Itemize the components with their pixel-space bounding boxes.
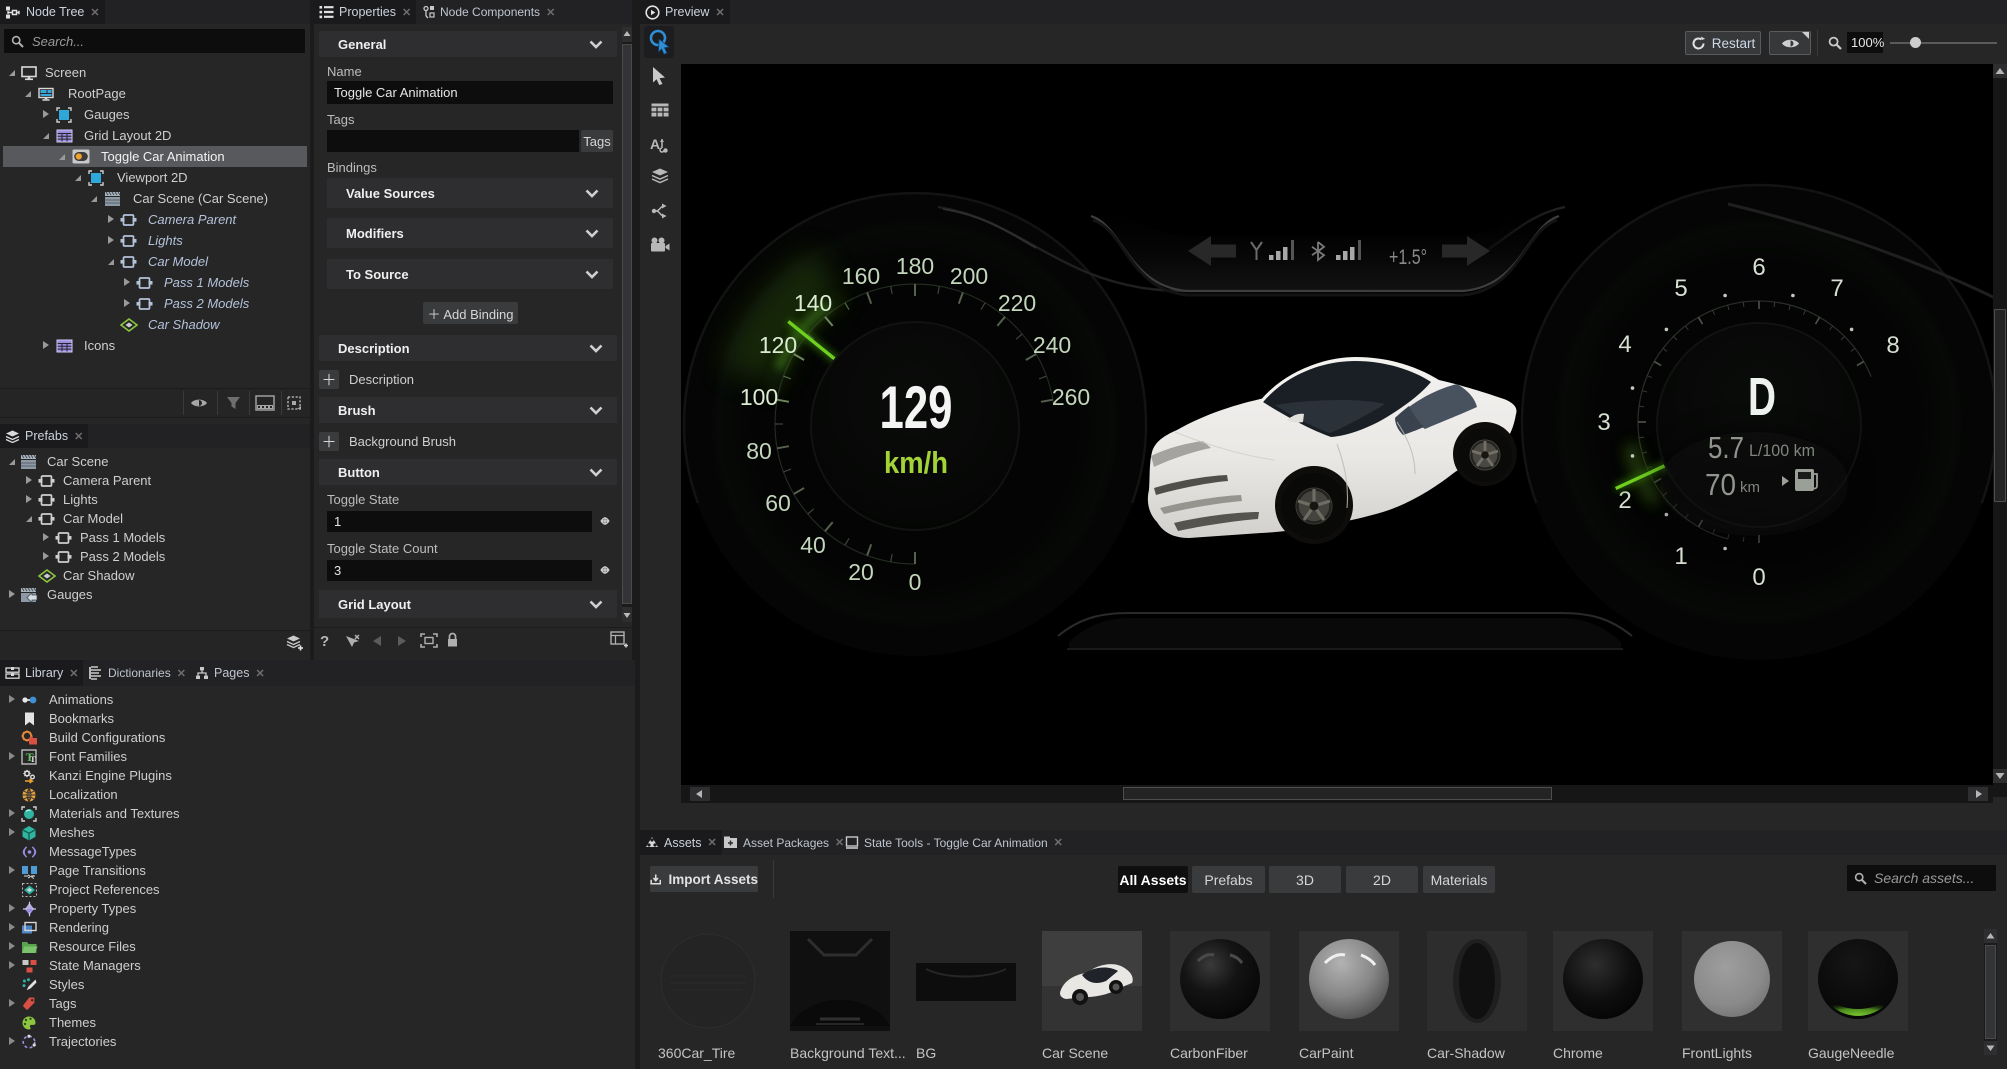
svg-text:120: 120 xyxy=(759,332,797,358)
svg-text:7: 7 xyxy=(1830,275,1843,302)
svg-text:3: 3 xyxy=(1597,409,1610,436)
svg-text:2: 2 xyxy=(1618,487,1631,514)
svg-text:8: 8 xyxy=(1886,332,1899,359)
svg-text:L/100 km: L/100 km xyxy=(1749,441,1815,460)
svg-text:220: 220 xyxy=(998,290,1036,316)
svg-text:180: 180 xyxy=(896,253,934,279)
svg-text:km/h: km/h xyxy=(884,445,948,480)
svg-text:4: 4 xyxy=(1618,331,1631,358)
svg-text:140: 140 xyxy=(794,290,832,316)
svg-text:80: 80 xyxy=(746,438,772,464)
svg-text:129: 129 xyxy=(880,374,953,441)
svg-text:100: 100 xyxy=(740,384,778,410)
svg-text:km: km xyxy=(1740,479,1760,496)
svg-text:200: 200 xyxy=(950,263,988,289)
svg-text:5.7: 5.7 xyxy=(1708,430,1744,465)
svg-text:0: 0 xyxy=(909,569,922,595)
svg-text:240: 240 xyxy=(1033,332,1071,358)
svg-text:D: D xyxy=(1748,367,1776,427)
svg-text:6: 6 xyxy=(1752,254,1765,281)
svg-text:A: A xyxy=(650,136,660,152)
svg-text:160: 160 xyxy=(842,263,880,289)
svg-text:5: 5 xyxy=(1674,275,1687,302)
svg-text:40: 40 xyxy=(800,532,826,558)
svg-text:70: 70 xyxy=(1705,467,1736,502)
svg-text:T: T xyxy=(30,754,36,764)
svg-text:260: 260 xyxy=(1052,384,1090,410)
svg-text:+1.5°: +1.5° xyxy=(1389,246,1427,269)
svg-text:1: 1 xyxy=(1674,543,1687,570)
svg-text:0: 0 xyxy=(1752,564,1765,591)
svg-text:20: 20 xyxy=(848,559,874,585)
svg-text:60: 60 xyxy=(765,490,791,516)
